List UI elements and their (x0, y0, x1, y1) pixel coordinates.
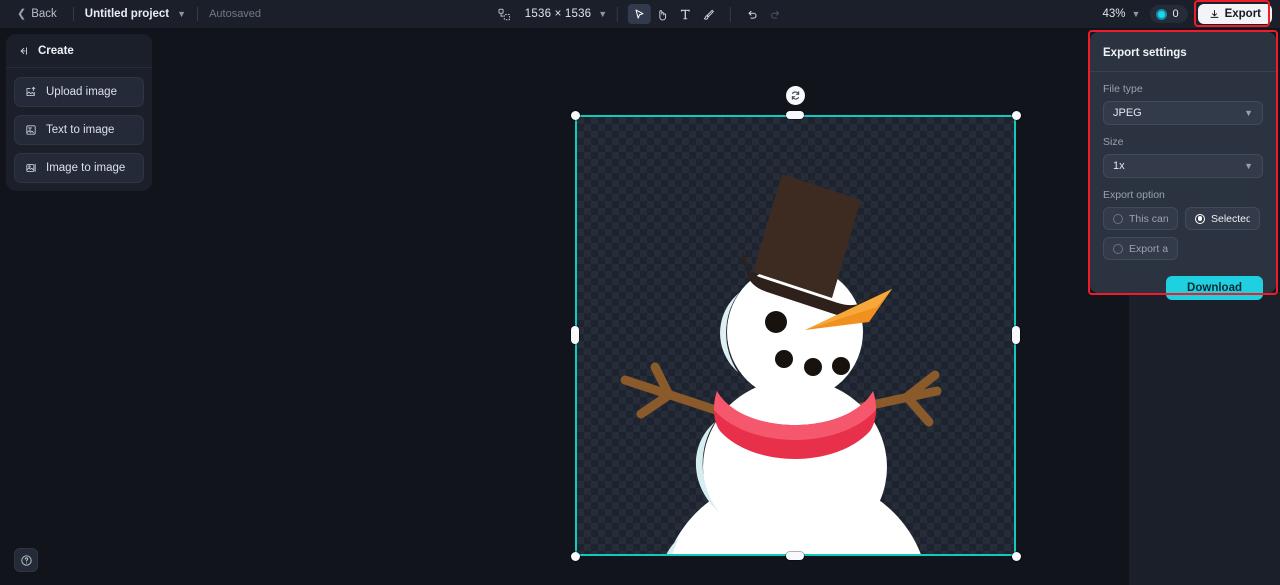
export-option-group: This canvas Selected l... Export all ... (1103, 207, 1263, 260)
credit-coin-icon (1156, 8, 1168, 20)
radio-label: Selected l... (1211, 212, 1250, 225)
frame-icon[interactable] (493, 4, 515, 24)
radio-option-this-canvas[interactable]: This canvas (1103, 207, 1178, 230)
redo-icon[interactable] (764, 4, 787, 24)
sidebar-items: Upload image Text to image Image to imag… (6, 68, 152, 183)
resize-handle-bottom-right[interactable] (1011, 551, 1021, 561)
selection-box[interactable] (570, 86, 1021, 561)
size-value: 1x (1113, 160, 1125, 172)
export-button-label: Export (1224, 8, 1261, 20)
topbar-right-group: 43% ▼ 0 Export (1103, 0, 1272, 28)
topbar-left-group: ❮ Back Untitled project ▼ Autosaved (0, 5, 261, 23)
resize-handle-top-right[interactable] (1011, 110, 1021, 120)
file-type-value: JPEG (1113, 107, 1142, 119)
app-root: ❮ Back Untitled project ▼ Autosaved 1536… (0, 0, 1280, 585)
radio-option-export-all[interactable]: Export all ... (1103, 237, 1178, 260)
download-row: Download (1090, 260, 1276, 300)
resize-handle-top[interactable] (786, 111, 804, 119)
text-to-image-icon (25, 124, 37, 136)
export-panel-body: File type JPEG ▼ Size 1x ▼ Export option… (1090, 72, 1276, 260)
resize-handle-top-left[interactable] (570, 110, 580, 120)
file-type-select[interactable]: JPEG ▼ (1103, 101, 1263, 125)
chevron-down-icon: ▼ (1244, 108, 1253, 118)
download-icon (1210, 9, 1218, 18)
back-chevron-icon: ❮ (17, 7, 27, 20)
undo-icon[interactable] (741, 4, 764, 24)
sidebar-title: Create (38, 45, 74, 57)
radio-icon (1113, 213, 1123, 224)
export-option-label: Export option (1103, 189, 1165, 201)
resize-handle-left[interactable] (571, 326, 579, 344)
radio-label: This canvas (1129, 212, 1168, 225)
sidebar-item-label: Image to image (46, 162, 126, 174)
download-button[interactable]: Download (1166, 276, 1263, 300)
export-panel-header: Export settings (1090, 32, 1276, 72)
top-bar: ❮ Back Untitled project ▼ Autosaved 1536… (0, 0, 1280, 28)
sidebar-item-upload-image[interactable]: Upload image (14, 77, 144, 107)
export-settings-panel: Export settings File type JPEG ▼ Size 1x… (1090, 32, 1276, 300)
export-panel-title: Export settings (1103, 47, 1187, 59)
divider (617, 6, 619, 22)
sidebar-item-label: Text to image (46, 124, 115, 136)
chevron-down-icon[interactable]: ▼ (598, 9, 607, 19)
radio-icon (1113, 243, 1123, 254)
radio-label: Export all ... (1129, 242, 1168, 255)
project-name[interactable]: Untitled project (85, 8, 169, 20)
divider (730, 6, 732, 22)
help-icon (20, 554, 32, 566)
divider (197, 7, 199, 21)
chevron-down-icon[interactable]: ▼ (177, 9, 186, 19)
chevron-down-icon[interactable]: ▼ (1132, 9, 1141, 19)
canvas-area[interactable] (155, 28, 1090, 585)
help-button[interactable] (14, 548, 38, 572)
snowman-illustration (620, 174, 942, 554)
chevron-down-icon: ▼ (1244, 161, 1253, 171)
sidebar-item-image-to-image[interactable]: Image to image (14, 153, 144, 183)
resize-handle-bottom-left[interactable] (570, 551, 580, 561)
resize-handle-bottom[interactable] (786, 552, 804, 560)
back-label: Back (31, 8, 57, 20)
resize-handle-right[interactable] (1012, 326, 1020, 344)
radio-icon-selected (1195, 213, 1205, 224)
text-tool-icon[interactable] (674, 4, 697, 24)
sidebar-item-text-to-image[interactable]: Text to image (14, 115, 144, 145)
radio-option-selected-layer[interactable]: Selected l... (1185, 207, 1260, 230)
file-type-label: File type (1103, 83, 1143, 95)
image-to-image-icon (25, 162, 37, 174)
sidebar-item-label: Upload image (46, 86, 117, 98)
credits-badge[interactable]: 0 (1150, 5, 1188, 23)
collapse-sidebar-icon[interactable] (18, 45, 30, 57)
select-cursor-icon[interactable] (628, 4, 652, 24)
hand-icon[interactable] (651, 4, 674, 24)
sidebar-header: Create (6, 34, 152, 68)
size-select[interactable]: 1x ▼ (1103, 154, 1263, 178)
divider (72, 7, 74, 21)
autosaved-label: Autosaved (209, 8, 262, 20)
brush-icon[interactable] (697, 4, 720, 24)
rotate-handle[interactable] (786, 86, 805, 105)
zoom-level[interactable]: 43% (1103, 8, 1126, 20)
export-button[interactable]: Export (1197, 4, 1272, 24)
credits-count: 0 (1172, 8, 1179, 20)
left-sidebar: Create Upload image Text to image Image … (6, 34, 152, 191)
selected-image-frame[interactable] (575, 115, 1016, 556)
canvas-dimensions[interactable]: 1536 × 1536 (525, 8, 591, 20)
topbar-center-tools: 1536 × 1536 ▼ (493, 0, 787, 28)
back-button[interactable]: ❮ Back (12, 5, 62, 23)
upload-image-icon (25, 86, 37, 98)
rotate-handle-icon (791, 91, 800, 100)
size-label: Size (1103, 136, 1124, 148)
export-button-wrapper: Export (1193, 0, 1272, 27)
right-rail (1129, 292, 1280, 585)
